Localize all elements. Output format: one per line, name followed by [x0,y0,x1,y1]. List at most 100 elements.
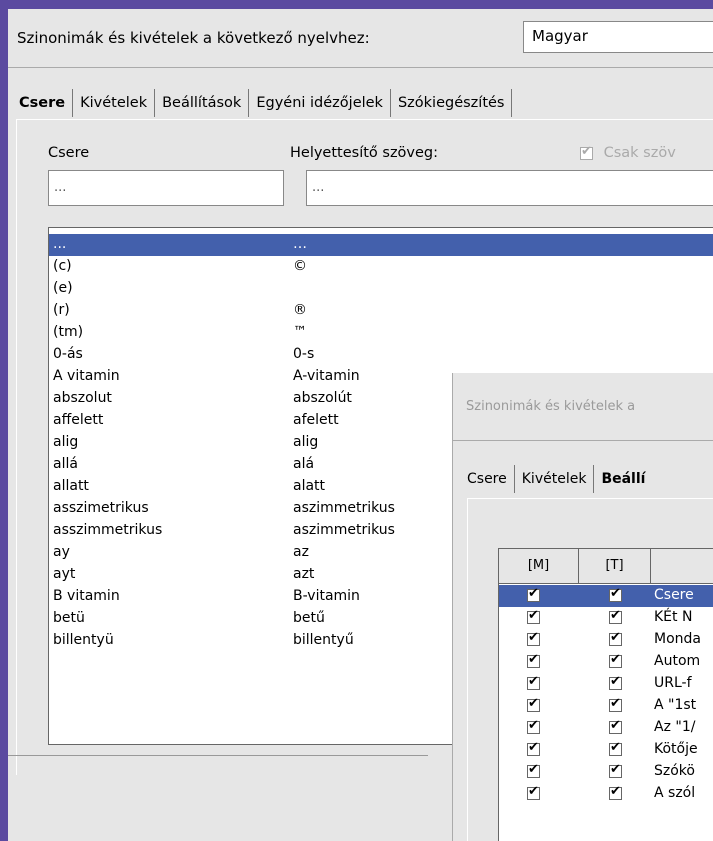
option-row[interactable]: A "1st [499,695,713,717]
option-label: KÉt N [654,609,693,625]
option-t-checkbox[interactable] [609,718,622,734]
replace-cell: (c) [53,258,72,274]
option-t-checkbox[interactable] [609,696,622,712]
replace-input[interactable]: ... [48,170,284,206]
table-row[interactable]: 0-ás 0-s [49,344,713,366]
option-row[interactable]: Az "1/ [499,717,713,739]
second-tab-csere[interactable]: Csere [465,465,515,493]
table-row[interactable]: (r) ® [49,300,713,322]
options-table[interactable]: [M] [T] Csere KÉt N Monda Autom URL-f A "1st A… [498,548,713,841]
option-m-checkbox[interactable] [527,784,540,800]
option-m-checkbox[interactable] [527,696,540,712]
option-t-checkbox[interactable] [609,784,622,800]
replace-cell: ayt [53,566,76,582]
with-cell: B-vitamin [293,588,360,604]
tab-bar: Csere Kivételek Beállítások Egyéni idéző… [17,89,513,119]
table-row[interactable]: (c) © [49,256,713,278]
replace-cell: abszolut [53,390,112,406]
with-cell: aszimmetrikus [293,500,395,516]
with-cell: aszimmetrikus [293,522,395,538]
with-cell: betű [293,610,325,626]
second-tab-bar: Csere Kivételek Beállí [465,465,652,493]
replace-cell: A vitamin [53,368,120,384]
bottom-divider [8,755,428,756]
table-row[interactable]: (tm) ™ [49,322,713,344]
option-row[interactable]: Csere [499,585,713,607]
option-label: Monda [654,631,701,647]
option-row[interactable]: Kötője [499,739,713,761]
replace-cell: allatt [53,478,89,494]
language-bar: Szinonimák és kivételek a következő nyel… [8,9,713,67]
option-m-checkbox[interactable] [527,630,540,646]
with-cell: billentyű [293,632,354,648]
option-m-checkbox[interactable] [527,586,540,602]
with-cell: ® [293,302,307,318]
text-only-checkbox[interactable] [580,144,593,160]
option-t-checkbox[interactable] [609,740,622,756]
replace-cell: asszimetrikus [53,500,149,516]
replace-cell: alig [53,434,79,450]
option-row[interactable]: Autom [499,651,713,673]
with-input[interactable]: ... [306,170,713,206]
second-tab-kivetelek[interactable]: Kivételek [515,465,595,493]
second-dialog-title: Szinonimák és kivételek a [466,399,636,414]
with-cell: abszolút [293,390,352,406]
option-m-checkbox[interactable] [527,674,540,690]
replace-cell: ay [53,544,70,560]
column-header-m[interactable]: [M] [499,549,579,583]
option-row[interactable]: URL-f [499,673,713,695]
replace-cell: 0-ás [53,346,83,362]
second-tab-beallitasok[interactable]: Beállí [594,465,652,493]
table-row[interactable]: (e) [49,278,713,300]
tab-szokiegeszites[interactable]: Szókiegészítés [391,89,513,117]
second-autocorrect-dialog: Szinonimák és kivételek a Csere Kivétele… [452,373,713,841]
option-label: Kötője [654,741,698,757]
option-m-checkbox[interactable] [527,762,540,778]
option-row[interactable]: KÉt N [499,607,713,629]
tab-beallitasok[interactable]: Beállítások [155,89,250,117]
option-label: A "1st [654,697,697,713]
option-label: Csere [654,587,694,603]
with-label: Helyettesítő szöveg: [290,145,439,161]
with-cell: … [293,236,307,252]
option-m-checkbox[interactable] [527,718,540,734]
option-label: Az "1/ [654,719,696,735]
option-label: URL-f [654,675,692,691]
replace-cell: ... [53,236,67,252]
tab-egyeni-idezojelek[interactable]: Egyéni idézőjelek [249,89,391,117]
with-cell: ™ [293,324,307,340]
option-row[interactable]: A szól [499,783,713,805]
divider [8,67,713,68]
option-t-checkbox[interactable] [609,762,622,778]
option-label: A szól [654,785,696,801]
option-row[interactable]: Monda [499,629,713,651]
with-cell: az [293,544,309,560]
language-label: Szinonimák és kivételek a következő nyel… [17,29,370,47]
replace-cell: asszimmetrikus [53,522,163,538]
replace-cell: billentyü [53,632,114,648]
with-cell: A-vitamin [293,368,360,384]
option-t-checkbox[interactable] [609,630,622,646]
replace-cell: betü [53,610,85,626]
tab-csere[interactable]: Csere [17,89,74,117]
replace-cell: (e) [53,280,73,296]
option-m-checkbox[interactable] [527,652,540,668]
replace-cell: B vitamin [53,588,120,604]
option-m-checkbox[interactable] [527,608,540,624]
with-cell: afelett [293,412,339,428]
options-table-header: [M] [T] [499,549,713,584]
with-cell: alatt [293,478,326,494]
second-dialog-divider [453,440,713,441]
option-t-checkbox[interactable] [609,674,622,690]
column-header-t[interactable]: [T] [579,549,651,583]
option-t-checkbox[interactable] [609,652,622,668]
option-t-checkbox[interactable] [609,608,622,624]
replace-cell: (tm) [53,324,84,340]
option-t-checkbox[interactable] [609,586,622,602]
text-only-option[interactable]: Csak szöv [580,144,676,161]
table-row[interactable]: ... … [49,234,713,256]
tab-kivetelek[interactable]: Kivételek [73,89,156,117]
option-m-checkbox[interactable] [527,740,540,756]
option-row[interactable]: Szókö [499,761,713,783]
language-select[interactable]: Magyar [523,21,713,53]
